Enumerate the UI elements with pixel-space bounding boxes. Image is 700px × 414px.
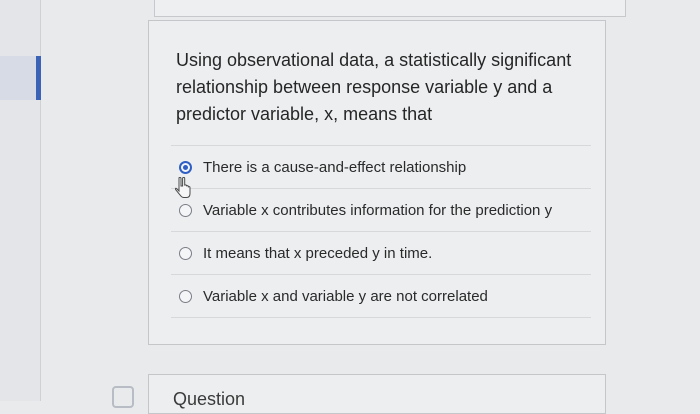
answer-option-label: Variable x and variable y are not correl… — [203, 287, 488, 305]
card-icon — [112, 386, 134, 408]
hand-pointer-icon — [175, 177, 191, 198]
answer-option-label: Variable x contributes information for t… — [203, 201, 553, 219]
next-question-card: Question — [148, 374, 606, 414]
question-text: Using observational data, a statisticall… — [176, 50, 572, 124]
nav-tab-indicator — [36, 56, 41, 100]
question-card: Using observational data, a statisticall… — [148, 20, 606, 345]
answer-option-1[interactable]: There is a cause-and-effect relationship — [171, 145, 591, 188]
radio-icon[interactable] — [179, 289, 192, 303]
radio-selected-icon[interactable] — [179, 160, 192, 174]
next-question-title: Question — [173, 389, 246, 409]
radio-icon[interactable] — [179, 246, 192, 260]
answer-option-label: There is a cause-and-effect relationship — [203, 158, 467, 176]
answer-option-4[interactable]: Variable x and variable y are not correl… — [171, 274, 591, 318]
answer-options: There is a cause-and-effect relationship… — [171, 145, 591, 318]
previous-question-card — [154, 0, 626, 17]
answer-option-3[interactable]: It means that x preceded y in time. — [171, 231, 591, 274]
answer-option-2[interactable]: Variable x contributes information for t… — [171, 177, 591, 231]
left-rail — [0, 0, 41, 401]
nav-tab-active[interactable] — [0, 56, 41, 100]
answer-option-label: It means that x preceded y in time. — [203, 244, 433, 262]
radio-icon[interactable] — [179, 203, 192, 217]
